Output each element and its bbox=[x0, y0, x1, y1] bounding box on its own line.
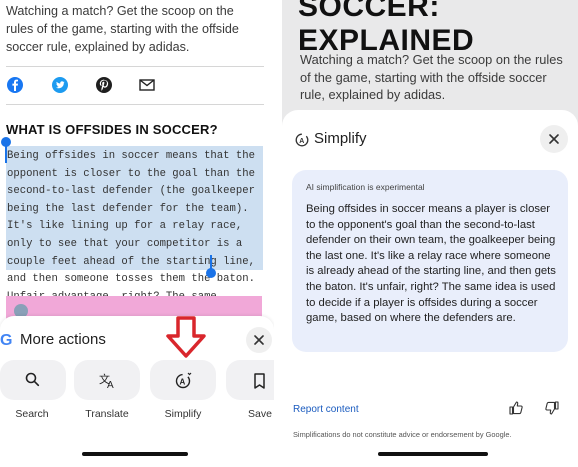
report-content-link[interactable]: Report content bbox=[293, 404, 359, 415]
section-title: WHAT IS OFFSIDES IN SOCCER? bbox=[6, 122, 218, 137]
translate-icon: 文 A bbox=[99, 372, 114, 391]
search-action-button[interactable] bbox=[0, 360, 66, 400]
simplify-close-button[interactable] bbox=[540, 125, 568, 153]
save-action-label: Save bbox=[248, 408, 272, 420]
article-screen-left: Watching a match? Get the scoop on the r… bbox=[0, 0, 274, 467]
divider-top bbox=[6, 66, 264, 67]
article-title: SOCCER: EXPLAINED bbox=[298, 0, 474, 58]
more-actions-sheet: G More actions Search 文 A Translate A Si… bbox=[0, 316, 274, 467]
thumbs-up-icon[interactable] bbox=[508, 400, 524, 416]
simplify-card: A Simplify AI simplification is experime… bbox=[282, 110, 578, 467]
title-line-1: SOCCER: bbox=[298, 0, 440, 23]
close-icon bbox=[549, 134, 559, 144]
email-icon[interactable] bbox=[138, 76, 156, 94]
svg-text:A: A bbox=[180, 378, 186, 387]
simplify-title: Simplify bbox=[314, 130, 367, 147]
google-logo-icon: G bbox=[0, 332, 13, 349]
selection-start-line bbox=[5, 145, 7, 163]
simplify-action-label: Simplify bbox=[164, 408, 202, 420]
simplify-icon: A bbox=[175, 372, 192, 389]
divider-bottom bbox=[6, 104, 264, 105]
article-screen-right: SOCCER: EXPLAINED Watching a match? Get … bbox=[282, 0, 578, 467]
annotation-arrow-down-icon bbox=[166, 316, 206, 358]
selection-end-handle[interactable] bbox=[206, 268, 216, 278]
disclaimer-text: Simplifications do not constitute advice… bbox=[293, 430, 512, 439]
save-action-button[interactable] bbox=[226, 360, 274, 400]
translate-action-button[interactable]: 文 A bbox=[74, 360, 140, 400]
close-button[interactable] bbox=[246, 327, 272, 353]
search-icon bbox=[25, 372, 40, 387]
article-intro-right: Watching a match? Get the scoop on the r… bbox=[300, 52, 563, 102]
svg-text:A: A bbox=[299, 138, 304, 145]
search-action-label: Search bbox=[15, 408, 49, 420]
svg-text:A: A bbox=[107, 380, 114, 391]
bookmark-icon bbox=[254, 373, 265, 389]
thumbs-down-icon[interactable] bbox=[544, 400, 560, 416]
experimental-note: AI simplification is experimental bbox=[306, 182, 425, 192]
simplify-icon: A bbox=[295, 133, 309, 147]
home-indicator[interactable] bbox=[378, 452, 488, 456]
close-icon bbox=[254, 335, 264, 345]
more-actions-title: More actions bbox=[20, 331, 106, 348]
home-indicator[interactable] bbox=[82, 452, 188, 456]
translate-action-label: Translate bbox=[85, 408, 129, 420]
selection-end-line bbox=[210, 255, 212, 269]
simplified-text-box: AI simplification is experimental Being … bbox=[292, 170, 568, 352]
simplified-text[interactable]: Being offsides in soccer means a player … bbox=[306, 202, 556, 327]
article-intro: Watching a match? Get the scoop on the r… bbox=[6, 4, 239, 54]
selected-text-block[interactable]: Being offsides in soccer means that the … bbox=[6, 146, 263, 338]
panel-divider bbox=[274, 0, 282, 467]
facebook-icon[interactable] bbox=[6, 76, 24, 94]
pinterest-icon[interactable] bbox=[95, 76, 113, 94]
twitter-icon[interactable] bbox=[51, 76, 69, 94]
simplify-action-button[interactable]: A bbox=[150, 360, 216, 400]
